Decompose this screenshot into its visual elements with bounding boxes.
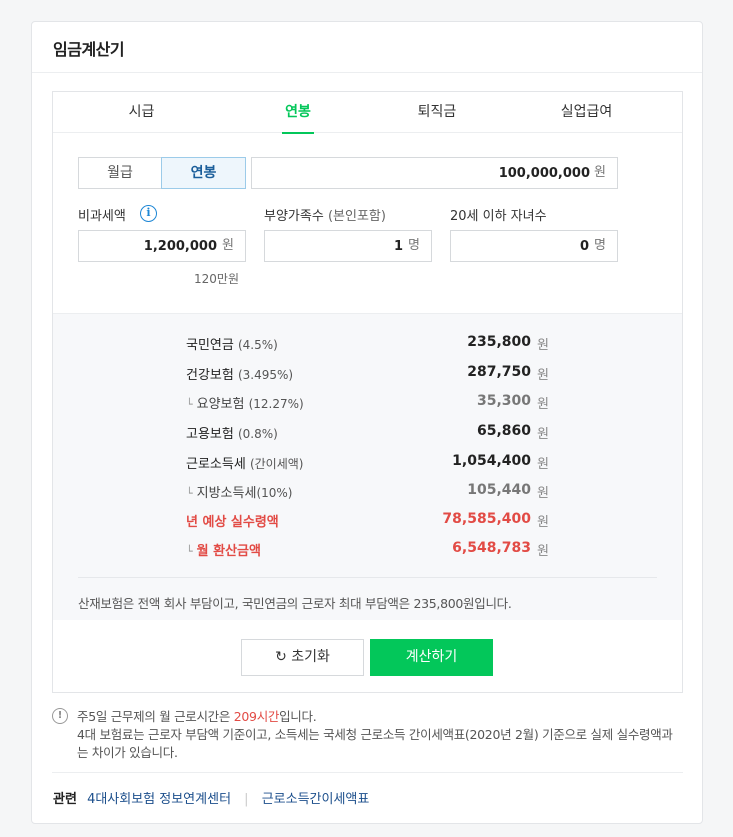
result-row: └ 요양보험 (12.27%) 35,300 원 [53,393,682,415]
nontax-label: 비과세액 [78,209,126,224]
salary-field: 원 [251,157,618,189]
refresh-icon: ↻ [275,649,287,665]
result-unit: 원 [537,486,549,501]
result-rate: (0.8%) [237,427,278,441]
warning-icon: ! [52,708,68,724]
dependents-input[interactable] [265,231,403,261]
pay-type-annual-button[interactable]: 연봉 [161,157,246,189]
result-label: └ 월 환산금액 [186,540,261,559]
result-value: 105,440 [467,482,531,498]
result-row: 고용보험 (0.8%) 65,860 원 [53,423,682,445]
result-label: 국민연금 (4.5%) [186,334,278,353]
wage-calculator-card: 임금계산기 시급 연봉 퇴직금 실업급여 월급 연봉 원 비과세액 i 원 12… [31,21,703,824]
result-rate: (간이세액) [249,457,304,471]
result-row: 국민연금 (4.5%) 235,800 원 [53,334,682,356]
tab-bar: 시급 연봉 퇴직금 실업급여 [53,92,682,134]
result-name: 요양보험 [196,397,245,412]
dependents-field: 명 [264,230,432,262]
tab-annual[interactable]: 연봉 [282,92,314,134]
result-value: 1,054,400 [452,453,531,469]
result-name: 지방소득세 [196,486,257,501]
tab-hourly[interactable]: 시급 [99,92,184,133]
dependents-label: 부양가족수 (본인포함) [264,205,386,224]
footnote-line2: 4대 보험료는 근로자 부담액 기준이고, 소득세는 국세청 근로소득 간이세액… [77,727,673,760]
card-title: 임금계산기 [53,40,125,59]
result-value: 65,860 [476,423,531,439]
salary-unit: 원 [594,165,606,180]
result-value: 235,800 [467,334,531,350]
dependents-label-text: 부양가족수 [264,209,324,224]
tree-branch-icon: └ [186,545,193,558]
result-row: 건강보험 (3.495%) 287,750 원 [53,364,682,386]
result-label: 근로소득세 (간이세액) [186,453,303,472]
reset-button[interactable]: ↻ 초기화 [241,639,364,676]
header-divider [32,72,702,73]
nontax-input[interactable] [79,231,217,261]
result-name: 건강보험 [186,368,234,383]
nontax-hint: 120만원 [194,272,239,286]
result-unit: 원 [537,427,549,442]
footnote-text: 주5일 근무제의 월 근로시간은 209시간입니다. 4대 보험료는 근로자 부… [77,708,681,762]
result-rate: (10%) [256,486,293,500]
insurance-notice: 산재보험은 전액 회사 부담이고, 국민연금의 근로자 최대 부담액은 235,… [78,596,512,611]
result-label: 고용보험 (0.8%) [186,423,278,442]
result-unit: 원 [537,544,549,559]
info-icon[interactable]: i [140,205,157,222]
tree-branch-icon: └ [186,487,193,500]
result-name: 월 환산금액 [196,544,261,559]
result-name: 국민연금 [186,338,234,353]
related-label: 관련 [53,792,77,807]
calculate-button[interactable]: 계산하기 [370,639,493,676]
result-unit: 원 [537,338,549,353]
result-value: 78,585,400 [442,511,531,527]
result-label: └ 지방소득세(10%) [186,482,292,501]
result-value: 35,300 [476,393,531,409]
related-links: 관련 4대사회보험 정보연계센터 | 근로소득간이세액표 [53,788,369,807]
result-label: 건강보험 (3.495%) [186,364,293,383]
nontax-field: 원 [78,230,246,262]
result-rate: (12.27%) [248,397,304,411]
result-value: 6,548,783 [452,540,531,556]
children-input[interactable] [451,231,589,261]
nontax-unit: 원 [222,238,234,253]
children-label: 20세 이하 자녀수 [450,209,547,224]
result-rate: (3.495%) [237,368,294,382]
children-field: 명 [450,230,618,262]
result-row: └ 지방소득세(10%) 105,440 원 [53,482,682,504]
footnote-line1-prefix: 주5일 근무제의 월 근로시간은 [77,709,234,724]
result-panel: 국민연금 (4.5%) 235,800 원 건강보험 (3.495%) 287,… [53,313,682,620]
monthly-net-row: └ 월 환산금액 6,548,783 원 [53,540,682,562]
result-name: 근로소득세 [186,457,246,472]
result-divider [78,577,657,578]
result-label: └ 요양보험 (12.27%) [186,393,304,412]
tree-branch-icon: └ [186,398,193,411]
dependents-unit: 명 [408,238,420,253]
tab-unemployment[interactable]: 실업급여 [544,92,629,133]
pay-type-monthly-button[interactable]: 월급 [78,157,162,189]
result-value: 287,750 [467,364,531,380]
footer-divider [52,772,683,773]
result-unit: 원 [537,515,549,530]
children-unit: 명 [594,238,606,253]
link-income-tax-table[interactable]: 근로소득간이세액표 [262,792,370,807]
footnote-hours: 209시간 [233,709,280,724]
link-separator: | [244,792,249,807]
reset-label: 초기화 [291,649,330,665]
link-social-insurance-center[interactable]: 4대사회보험 정보연계센터 [87,792,231,807]
tab-severance[interactable]: 퇴직금 [392,92,482,133]
result-row: 근로소득세 (간이세액) 1,054,400 원 [53,453,682,475]
footnote-line1-suffix: 입니다. [279,709,317,724]
result-label: 년 예상 실수령액 [186,515,279,530]
dependents-label-sub: (본인포함) [327,209,386,224]
salary-input[interactable] [252,158,590,188]
annual-net-row: 년 예상 실수령액 78,585,400 원 [53,511,682,533]
result-unit: 원 [537,457,549,472]
result-unit: 원 [537,397,549,412]
result-name: 고용보험 [186,427,234,442]
result-rate: (4.5%) [237,338,278,352]
calculator-panel: 시급 연봉 퇴직금 실업급여 월급 연봉 원 비과세액 i 원 120만원 부양… [52,91,683,693]
footnote-line1: 주5일 근무제의 월 근로시간은 209시간입니다. [77,708,681,726]
result-unit: 원 [537,368,549,383]
